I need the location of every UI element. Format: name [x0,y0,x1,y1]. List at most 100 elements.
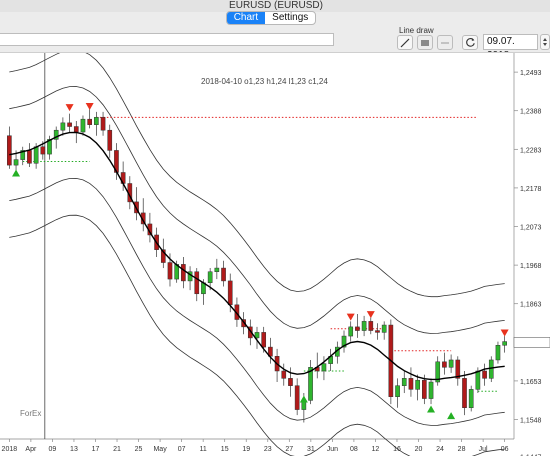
candle-down [73,126,79,133]
candle-down [355,326,360,331]
source-label: ForEx [20,409,42,418]
candle-down [7,135,12,166]
candle-down [368,321,374,331]
rectangle-button[interactable] [417,35,433,50]
candle-down [107,129,113,151]
candle-down [462,378,467,409]
candle-up [502,341,507,346]
x-tick-label: 23 [264,446,272,453]
x-tick-label: 25 [135,446,143,453]
x-tick-label: 07 [178,446,186,453]
candle-up [448,359,454,368]
tab-chart[interactable]: Chart [226,12,266,24]
stepper-arrows-icon [543,38,547,46]
candle-down [181,264,186,282]
candle-up [80,118,86,133]
x-tick-label: 12 [372,446,380,453]
y-tick-label: 1,1863 [520,302,542,309]
ohlc-readout: 2018-04-10 o1,23 h1,24 l1,23 c1,24 [201,77,328,86]
candle-up [60,122,66,131]
candle-down [482,370,487,379]
toolbar: Line draw 09.07. 2018 [0,26,550,61]
candle-up [321,363,327,372]
candle-down [288,378,293,386]
candle-up [468,389,474,409]
candle-up [207,271,213,284]
refresh-icon [465,38,475,47]
last-price-marker [513,337,550,348]
candle-down [261,332,267,348]
x-tick-label: 27 [285,446,293,453]
x-tick-label: 21 [113,446,121,453]
dash-icon [441,42,449,43]
candle-up [381,324,387,333]
candle-down [408,378,414,390]
candle-up [361,321,367,331]
price-chart[interactable]: 1,2493 1,2388 1,2283 1,2178 1,2073 1,1968 1,18… [0,53,550,456]
x-tick-label: Apr [25,446,37,453]
candle-down [442,361,447,368]
candle-down [422,379,427,399]
candle-up [488,359,494,379]
line-draw-label: Line draw [399,26,434,35]
candle-down [375,330,380,333]
y-tick-label: 1,2283 [520,147,542,154]
candle-up [214,267,220,272]
y-tick-label: 1,2493 [520,70,542,77]
candle-up [348,326,354,337]
tab-group: Chart Settings [225,11,317,25]
candle-down [167,262,173,280]
candle-down [87,118,92,125]
x-tick-label: 20 [415,446,423,453]
date-field[interactable]: 09.07. 2018 [483,34,538,61]
date-stepper[interactable] [540,34,550,50]
window-title: EURUSD (EURUSD) [229,0,323,11]
symbol-input[interactable] [0,33,334,46]
dash-button[interactable] [437,35,453,50]
x-tick-label: 17 [92,446,100,453]
candle-up [395,385,400,397]
line-draw-icon [400,38,410,47]
chart-area[interactable]: 1,2493 1,2388 1,2283 1,2178 1,2073 1,1968 1,18… [0,52,550,456]
candle-down [227,280,233,306]
x-tick-label: 16 [393,446,401,453]
candle-up [94,117,99,125]
candle-down [67,122,72,127]
y-tick-label: 1,2178 [520,186,542,193]
candle-down [194,271,200,295]
y-tick-label: 1,2388 [520,109,542,116]
rectangle-icon [421,39,429,46]
candle-down [455,359,461,379]
candle-down [281,370,287,379]
plot-background [0,53,550,456]
refresh-button[interactable] [462,35,478,50]
x-tick-label: 28 [458,446,466,453]
candle-up [401,378,407,386]
x-tick-label: 11 [200,446,207,453]
candle-down [221,267,226,282]
x-tick-label: 09 [49,446,57,453]
candle-down [40,146,46,155]
x-tick-label: 15 [221,446,229,453]
y-tick-label: 1,1653 [520,379,542,386]
y-tick-label: 1,1968 [520,263,542,270]
candle-up [428,381,434,399]
tab-settings[interactable]: Settings [265,12,315,24]
candle-up [475,370,481,390]
tab-bar: Chart Settings [0,11,550,25]
candle-up [495,345,501,361]
x-tick-label: 13 [70,446,78,453]
candle-down [27,150,32,164]
x-tick-label: 08 [350,446,358,453]
candle-down [100,117,106,131]
y-tick-label: 1,2073 [520,225,542,232]
line-draw-button[interactable] [397,35,413,50]
y-tick-label: 1,1548 [520,418,542,425]
candle-up [33,146,39,164]
candle-up [415,379,420,390]
x-tick-label: Jun [327,446,338,453]
x-tick-label: 2018 [2,446,18,453]
candle-up [13,159,19,166]
x-tick-label: 19 [242,446,250,453]
x-tick-label: May [153,446,167,453]
